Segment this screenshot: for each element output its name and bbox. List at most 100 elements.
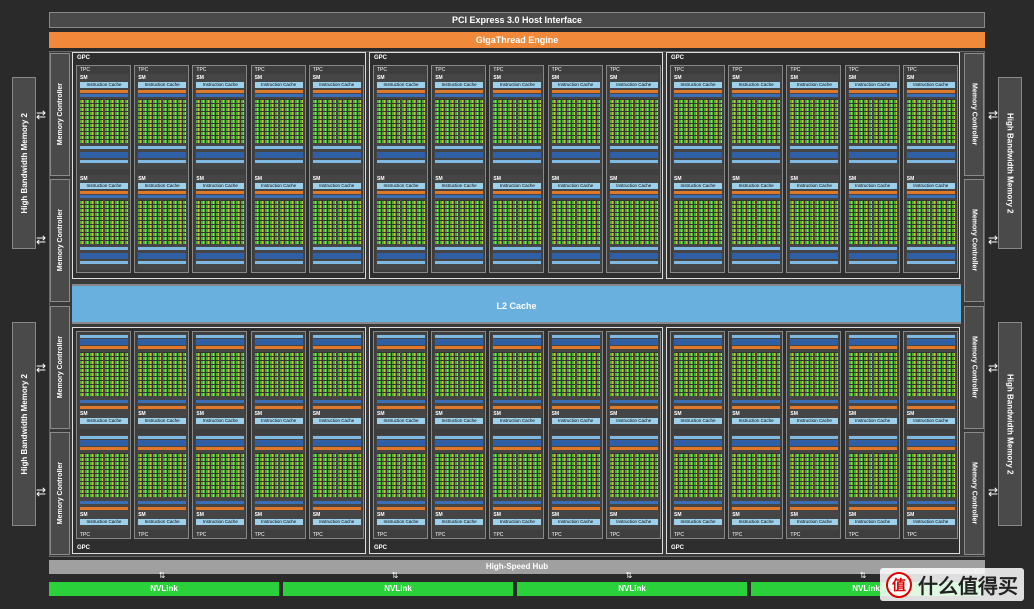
register-file <box>906 440 955 446</box>
instruction-cache: Instruction Cache <box>254 82 303 88</box>
core-block <box>105 352 128 396</box>
cuda-core-array <box>435 99 484 143</box>
core-block <box>279 99 303 143</box>
gpc-label: GPC <box>77 55 91 61</box>
sm-unit-stripe <box>312 247 361 250</box>
core-block <box>634 352 658 396</box>
core-block <box>873 352 897 396</box>
nvlink-3: NVLink <box>517 582 747 596</box>
watermark: 值 什么值得买 <box>880 568 1024 601</box>
sm-unit-stripe <box>138 146 187 149</box>
sm-unit-stripe <box>435 160 484 163</box>
mc-label: Memory Controller <box>970 209 978 272</box>
instruction-cache: Instruction Cache <box>377 82 425 88</box>
mc-label: Memory Controller <box>56 462 64 525</box>
core-block <box>848 352 872 396</box>
register-file <box>551 440 600 446</box>
core-block <box>757 200 781 244</box>
sm-unit-stripe <box>732 447 781 450</box>
sm-unit-stripe <box>435 436 484 439</box>
register-file <box>435 440 484 446</box>
instruction-cache: Instruction Cache <box>848 418 897 424</box>
sm-label: SM <box>312 512 321 518</box>
bidirectional-arrow-icon: ⇅ <box>158 571 166 580</box>
sm-unit-stripe <box>906 447 955 450</box>
register-file <box>732 253 781 259</box>
sm-label: SM <box>493 411 501 417</box>
tpc-label: TPC <box>732 532 743 538</box>
instruction-cache: Instruction Cache <box>80 183 128 189</box>
register-file <box>674 440 722 446</box>
cuda-core-array <box>377 453 425 497</box>
core-block <box>518 200 542 244</box>
sm-block: SM Instruction Cache <box>79 334 129 429</box>
instruction-cache: Instruction Cache <box>254 418 303 424</box>
sm-block: SM Instruction Cache <box>137 175 188 270</box>
instruction-cache: Instruction Cache <box>377 183 425 189</box>
register-file <box>138 339 187 345</box>
tpc-label: TPC <box>493 67 504 73</box>
sm-unit-stripe <box>254 191 303 194</box>
sm-block: SM Instruction Cache <box>550 175 601 270</box>
sm-unit-stripe <box>674 191 722 194</box>
sm-unit-stripe <box>377 406 425 409</box>
mc-label: Memory Controller <box>56 83 64 146</box>
instruction-cache: Instruction Cache <box>435 82 484 88</box>
core-block <box>757 352 781 396</box>
sm-label: SM <box>609 75 618 81</box>
sm-unit-stripe <box>435 247 484 250</box>
sm-unit-stripe <box>196 90 245 93</box>
sm-unit-stripe <box>138 261 187 264</box>
sm-label: SM <box>906 176 915 182</box>
sm-unit-stripe <box>138 160 187 163</box>
sm-block: SM Instruction Cache <box>434 435 485 530</box>
sm-unit-stripe <box>377 507 425 510</box>
core-block <box>699 352 722 396</box>
core-block <box>337 352 361 396</box>
sm-unit-stripe <box>435 261 484 264</box>
instruction-cache: Instruction Cache <box>551 519 600 525</box>
core-block <box>254 200 278 244</box>
instruction-cache: Instruction Cache <box>138 82 187 88</box>
cuda-core-array <box>196 352 245 396</box>
sm-unit-stripe <box>80 400 128 403</box>
sm-unit-stripe <box>80 247 128 250</box>
core-block <box>196 99 220 143</box>
cuda-core-array <box>435 453 484 497</box>
tpc-label: TPC <box>377 532 387 538</box>
tpc-block: TPC SM Instruction Cache SM Instruction Cach… <box>728 65 784 273</box>
core-block <box>435 352 459 396</box>
sm-unit-stripe <box>254 160 303 163</box>
sm-unit-stripe <box>906 160 955 163</box>
sm-unit-stripe <box>493 90 542 93</box>
sm-unit-stripe <box>848 501 897 504</box>
sm-unit-stripe <box>551 406 600 409</box>
sm-block: SM Instruction Cache <box>905 74 956 169</box>
core-block <box>254 99 278 143</box>
sm-unit-stripe <box>377 191 425 194</box>
sm-unit-stripe <box>196 406 245 409</box>
core-block <box>435 453 459 497</box>
core-block <box>163 99 187 143</box>
cuda-core-array <box>551 99 600 143</box>
cuda-core-array <box>493 99 542 143</box>
sm-unit-stripe <box>790 400 839 403</box>
tpc-label: TPC <box>196 67 207 73</box>
sm-block: SM Instruction Cache <box>434 74 485 169</box>
core-block <box>493 99 517 143</box>
tpc-block: TPC SM Instruction Cache SM Instruction Cach… <box>844 65 900 273</box>
instruction-cache: Instruction Cache <box>493 519 542 525</box>
cuda-core-array <box>312 352 361 396</box>
sm-unit-stripe <box>138 94 187 97</box>
sm-unit-stripe <box>377 436 425 439</box>
core-block <box>848 99 872 143</box>
cuda-core-array <box>609 352 658 396</box>
register-file <box>906 152 955 158</box>
sm-unit-stripe <box>674 160 722 163</box>
instruction-cache: Instruction Cache <box>609 418 658 424</box>
sm-label: SM <box>138 411 146 417</box>
tpc-label: TPC <box>312 532 323 538</box>
instruction-cache: Instruction Cache <box>790 183 839 189</box>
sm-label: SM <box>196 176 204 182</box>
sm-unit-stripe <box>196 346 245 349</box>
